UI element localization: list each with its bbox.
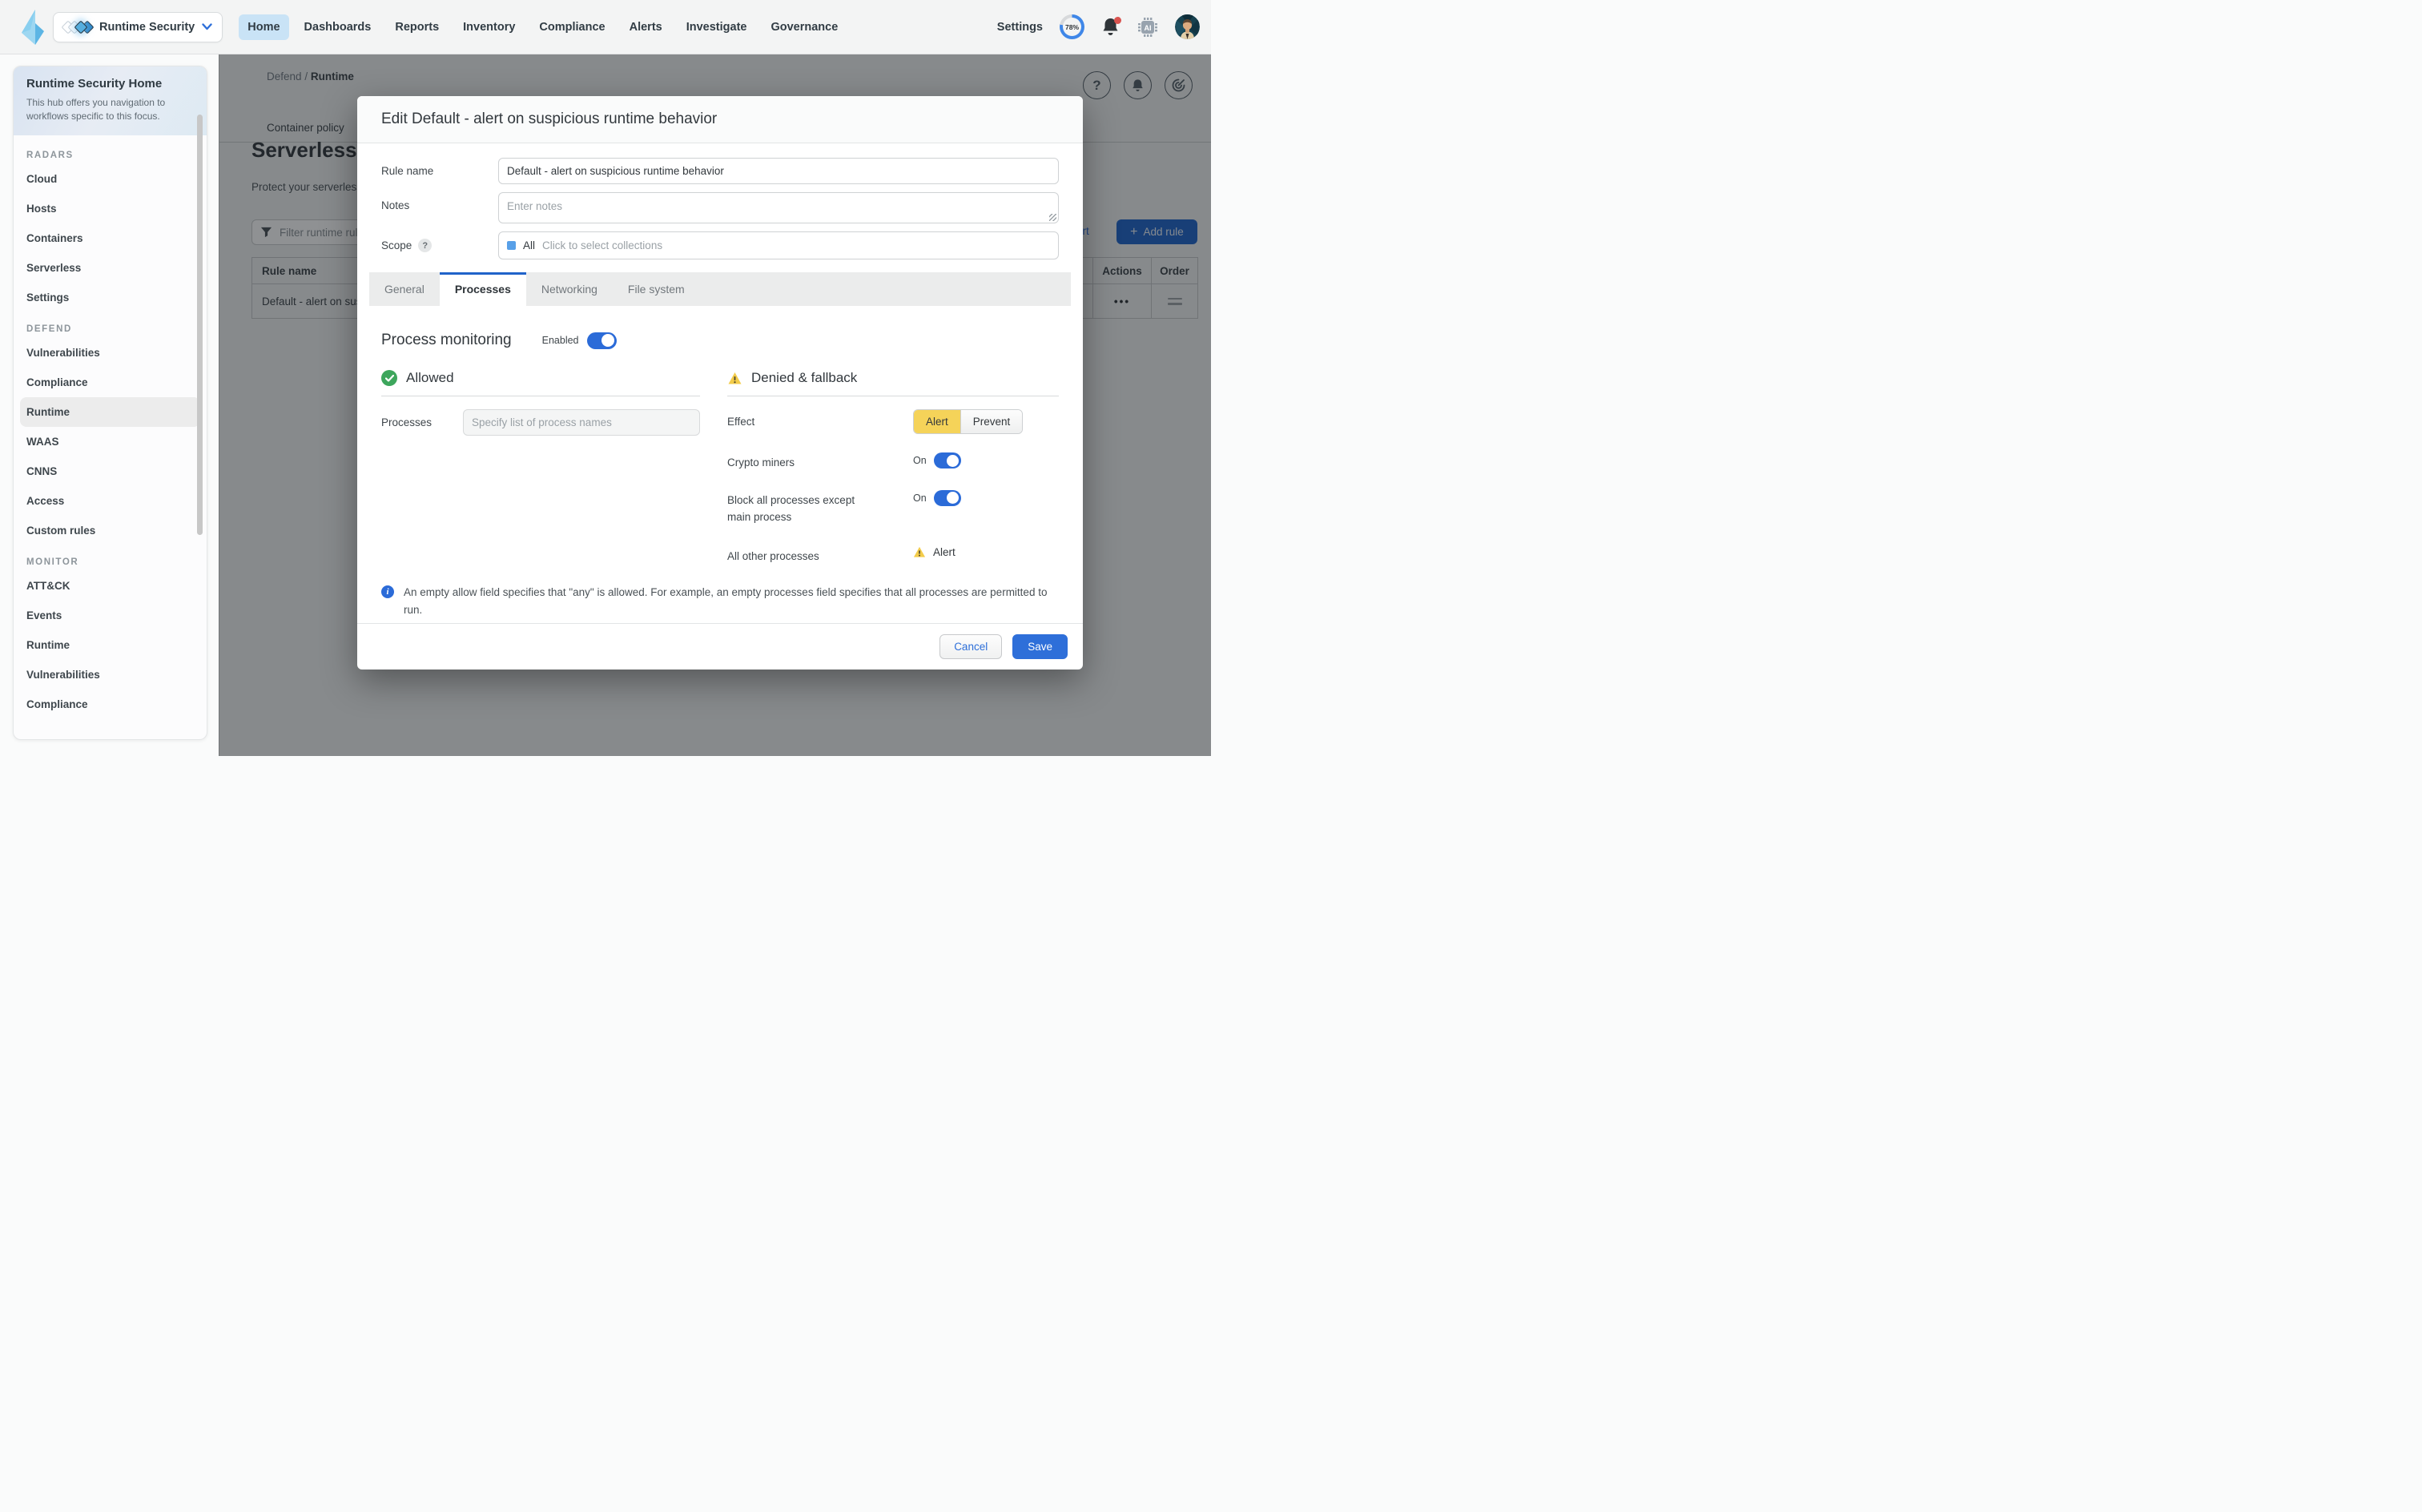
nav-item-inventory[interactable]: Inventory: [454, 14, 524, 40]
denied-section-title: Denied & fallback: [751, 370, 857, 386]
save-button[interactable]: Save: [1012, 634, 1068, 659]
scope-help-icon[interactable]: ?: [418, 239, 432, 252]
tab-general[interactable]: General: [369, 272, 440, 306]
effect-option-prevent[interactable]: Prevent: [960, 410, 1023, 433]
allow-field-note: An empty allow field specifies that "any…: [404, 584, 1059, 618]
notification-badge: [1114, 17, 1121, 24]
usage-percent-label: 78%: [1065, 23, 1079, 31]
user-avatar[interactable]: [1175, 14, 1200, 39]
effect-segmented-control: Alert Prevent: [913, 409, 1023, 434]
ai-copilot-icon[interactable]: AI: [1137, 17, 1158, 38]
top-header: Runtime Security Home Dashboards Reports…: [0, 0, 1211, 54]
main-nav: Home Dashboards Reports Inventory Compli…: [239, 14, 847, 40]
cancel-button[interactable]: Cancel: [939, 634, 1002, 659]
usage-progress-ring[interactable]: 78%: [1060, 14, 1084, 39]
sidebar-section-radars: RADARS: [26, 151, 194, 160]
process-monitoring-title: Process monitoring: [381, 332, 512, 349]
prisma-cloud-logo-icon: [19, 9, 46, 46]
sidebar-item-cloud[interactable]: Cloud: [14, 164, 207, 194]
sidebar-item-compliance-monitor[interactable]: Compliance: [14, 690, 207, 719]
sidebar-scrollbar[interactable]: [197, 115, 203, 535]
tab-networking[interactable]: Networking: [526, 272, 613, 306]
modal-tabs: General Processes Networking File system: [369, 272, 1071, 306]
notes-textarea[interactable]: [498, 192, 1059, 223]
edit-rule-modal: Edit Default - alert on suspicious runti…: [357, 96, 1083, 670]
block-all-processes-state: On: [913, 493, 927, 504]
sidebar-item-containers[interactable]: Containers: [14, 223, 207, 253]
denied-warning-icon: [727, 372, 742, 385]
textarea-resize-handle[interactable]: [1049, 214, 1056, 221]
product-switcher-label: Runtime Security: [99, 21, 195, 34]
crypto-miners-label: Crypto miners: [727, 450, 913, 472]
nav-item-alerts[interactable]: Alerts: [621, 14, 671, 40]
sidebar-item-access[interactable]: Access: [14, 486, 207, 516]
sidebar-item-custom-rules[interactable]: Custom rules: [14, 516, 207, 545]
allowed-check-icon: [381, 370, 397, 386]
svg-text:AI: AI: [1145, 24, 1152, 32]
product-diamonds-icon: [63, 22, 92, 32]
scope-select[interactable]: All Click to select collections: [498, 231, 1059, 259]
effect-label: Effect: [727, 409, 913, 431]
process-monitoring-toggle[interactable]: [587, 332, 617, 349]
sidebar-item-vulnerabilities-monitor[interactable]: Vulnerabilities: [14, 660, 207, 690]
effect-option-alert[interactable]: Alert: [914, 410, 960, 433]
nav-item-governance[interactable]: Governance: [762, 14, 847, 40]
nav-item-home[interactable]: Home: [239, 14, 288, 40]
rule-name-input[interactable]: [498, 158, 1059, 184]
allowed-processes-label: Processes: [381, 409, 463, 436]
allowed-section-title: Allowed: [406, 370, 454, 386]
notifications-bell-icon[interactable]: [1101, 17, 1120, 38]
settings-link[interactable]: Settings: [997, 21, 1043, 34]
block-all-processes-label: Block all processes except main process: [727, 488, 913, 526]
modal-title: Edit Default - alert on suspicious runti…: [357, 96, 1083, 143]
fallback-value: Alert: [933, 546, 956, 558]
nav-item-compliance[interactable]: Compliance: [530, 14, 614, 40]
sidebar-item-waas[interactable]: WAAS: [14, 427, 207, 456]
rule-name-label: Rule name: [381, 158, 498, 177]
nav-item-investigate[interactable]: Investigate: [678, 14, 756, 40]
sidebar-title: Runtime Security Home: [26, 77, 194, 90]
product-switcher[interactable]: Runtime Security: [53, 12, 223, 42]
chevron-down-icon: [202, 23, 212, 30]
info-icon: i: [381, 585, 394, 598]
block-all-processes-toggle[interactable]: [934, 490, 961, 506]
sidebar-item-cnns[interactable]: CNNS: [14, 456, 207, 486]
sidebar-item-events[interactable]: Events: [14, 601, 207, 630]
sidebar-item-serverless[interactable]: Serverless: [14, 253, 207, 283]
sidebar-item-compliance[interactable]: Compliance: [14, 368, 207, 397]
scope-value: All: [523, 239, 535, 251]
sidebar-description: This hub offers you navigation to workfl…: [26, 96, 179, 123]
sidebar-item-vulnerabilities[interactable]: Vulnerabilities: [14, 338, 207, 368]
enabled-label: Enabled: [542, 335, 579, 346]
notes-label: Notes: [381, 192, 498, 211]
tab-file-system[interactable]: File system: [613, 272, 700, 306]
sidebar-item-attck[interactable]: ATT&CK: [14, 571, 207, 601]
collection-chip-icon: [507, 241, 516, 250]
scope-placeholder: Click to select collections: [542, 239, 662, 251]
crypto-miners-state: On: [913, 455, 927, 466]
sidebar-card: Runtime Security Home This hub offers yo…: [13, 66, 207, 740]
nav-item-reports[interactable]: Reports: [386, 14, 448, 40]
sidebar-item-runtime-active[interactable]: Runtime: [20, 397, 200, 427]
crypto-miners-toggle[interactable]: [934, 452, 961, 468]
sidebar-header: Runtime Security Home This hub offers yo…: [14, 66, 207, 135]
sidebar-item-hosts[interactable]: Hosts: [14, 194, 207, 223]
scope-label: Scope: [381, 239, 412, 251]
sidebar-section-monitor: MONITOR: [26, 557, 194, 567]
sidebar-section-defend: DEFEND: [26, 324, 194, 334]
sidebar-nav-list: RADARS Cloud Hosts Containers Serverless…: [14, 135, 207, 719]
sidebar-item-runtime-monitor[interactable]: Runtime: [14, 630, 207, 660]
allowed-processes-input[interactable]: [463, 409, 700, 436]
sidebar-item-settings[interactable]: Settings: [14, 283, 207, 312]
nav-item-dashboards[interactable]: Dashboards: [296, 14, 380, 40]
sidebar: Runtime Security Home This hub offers yo…: [0, 54, 219, 756]
fallback-warning-icon: [913, 546, 926, 558]
all-other-processes-label: All other processes: [727, 544, 913, 565]
tab-processes[interactable]: Processes: [440, 272, 526, 306]
